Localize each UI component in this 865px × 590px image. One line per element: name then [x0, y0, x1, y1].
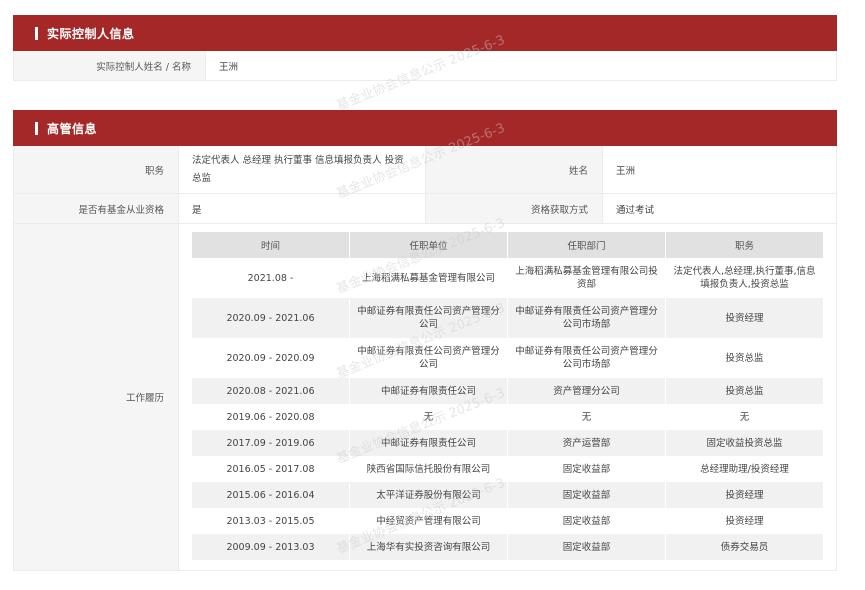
- cell-title: 总经理助理/投资经理: [665, 456, 824, 482]
- header-company: 任职单位: [349, 232, 508, 258]
- executive-section-header: 高管信息: [13, 110, 837, 146]
- cell-title: 无: [665, 404, 824, 430]
- cell-company: 无: [349, 404, 508, 430]
- table-row: 2021.08 - 上海稻满私募基金管理有限公司 上海稻满私募基金管理有限公司投…: [191, 258, 824, 298]
- header-time: 时间: [191, 232, 350, 258]
- cell-title: 投资经理: [665, 298, 824, 338]
- cell-time: 2017.09 - 2019.06: [191, 430, 350, 456]
- cell-company: 上海稻满私募基金管理有限公司: [349, 258, 508, 298]
- cell-title: 法定代表人,总经理,执行董事,信息填报负责人,投资总监: [665, 258, 824, 298]
- qualification-method-value: 通过考试: [616, 204, 655, 216]
- table-row: 2020.09 - 2020.09 中邮证券有限责任公司资产管理分公司 中邮证券…: [191, 338, 824, 378]
- cell-time: 2016.05 - 2017.08: [191, 456, 350, 482]
- cell-time: 2020.09 - 2021.06: [191, 298, 350, 338]
- cell-department: 资产管理分公司: [507, 378, 666, 404]
- table-row: 2020.09 - 2021.06 中邮证券有限责任公司资产管理分公司 中邮证券…: [191, 298, 824, 338]
- controller-section-title: 实际控制人信息: [47, 26, 135, 41]
- cell-time: 2021.08 -: [191, 258, 350, 298]
- cell-company: 上海华有实投资咨询有限公司: [349, 534, 508, 560]
- table-row: 2017.09 - 2019.06 中邮证券有限责任公司 资产运营部 固定收益投…: [191, 430, 824, 456]
- cell-department: 中邮证券有限责任公司资产管理分公司市场部: [507, 338, 666, 378]
- cell-company: 中邮证券有限责任公司资产管理分公司: [349, 338, 508, 378]
- cell-department: 固定收益部: [507, 482, 666, 508]
- executive-qualification-row: 是否有基金从业资格 是 资格获取方式 通过考试: [13, 194, 837, 224]
- cell-department: 固定收益部: [507, 456, 666, 482]
- fund-qualification-value: 是: [192, 204, 202, 216]
- qualification-method-label: 资格获取方式: [425, 194, 603, 223]
- cell-time: 2015.06 - 2016.04: [191, 482, 350, 508]
- table-row: 2019.06 - 2020.08 无 无 无: [191, 404, 824, 430]
- cell-title: 投资经理: [665, 482, 824, 508]
- page: 实际控制人信息 实际控制人姓名 / 名称 王洲 高管信息 职务 法定代表人 总经…: [0, 0, 865, 590]
- cell-department: 上海稻满私募基金管理有限公司投资部: [507, 258, 666, 298]
- table-row: 2009.09 - 2013.03 上海华有实投资咨询有限公司 固定收益部 债券…: [191, 534, 824, 560]
- cell-title: 投资总监: [665, 338, 824, 378]
- executive-name-label: 姓名: [425, 146, 603, 193]
- table-row: 2015.06 - 2016.04 太平洋证券股份有限公司 固定收益部 投资经理: [191, 482, 824, 508]
- cell-title: 固定收益投资总监: [665, 430, 824, 456]
- cell-time: 2013.03 - 2015.05: [191, 508, 350, 534]
- cell-company: 中经贸资产管理有限公司: [349, 508, 508, 534]
- cell-time: 2009.09 - 2013.03: [191, 534, 350, 560]
- controller-name-label: 实际控制人姓名 / 名称: [14, 51, 206, 80]
- header-accent-bar: [35, 26, 38, 40]
- work-history-table-wrap: 时间 任职单位 任职部门 职务 2021.08 - 上海稻满私募基金管理有限公司…: [191, 232, 824, 560]
- executive-section-title: 高管信息: [47, 121, 98, 136]
- executive-position-row: 职务 法定代表人 总经理 执行董事 信息填报负责人 投资总监 姓名 王洲: [13, 146, 837, 194]
- table-header-row: 时间 任职单位 任职部门 职务: [191, 232, 824, 258]
- cell-department: 固定收益部: [507, 534, 666, 560]
- cell-time: 2020.09 - 2020.09: [191, 338, 350, 378]
- cell-title: 债券交易员: [665, 534, 824, 560]
- table-row: 2020.08 - 2021.06 中邮证券有限责任公司 资产管理分公司 投资总…: [191, 378, 824, 404]
- cell-department: 资产运营部: [507, 430, 666, 456]
- table-row: 2016.05 - 2017.08 陕西省国际信托股份有限公司 固定收益部 总经…: [191, 456, 824, 482]
- cell-company: 陕西省国际信托股份有限公司: [349, 456, 508, 482]
- controller-name-value: 王洲: [219, 61, 239, 73]
- cell-title: 投资总监: [665, 378, 824, 404]
- position-label: 职务: [14, 146, 179, 193]
- cell-department: 固定收益部: [507, 508, 666, 534]
- work-history-label: 工作履历: [14, 224, 179, 570]
- cell-title: 投资经理: [665, 508, 824, 534]
- cell-company: 中邮证券有限责任公司资产管理分公司: [349, 298, 508, 338]
- cell-time: 2020.08 - 2021.06: [191, 378, 350, 404]
- cell-company: 太平洋证券股份有限公司: [349, 482, 508, 508]
- cell-department: 中邮证券有限责任公司资产管理分公司市场部: [507, 298, 666, 338]
- table-row: 2013.03 - 2015.05 中经贸资产管理有限公司 固定收益部 投资经理: [191, 508, 824, 534]
- fund-qualification-label: 是否有基金从业资格: [14, 194, 179, 223]
- header-title: 职务: [665, 232, 824, 258]
- executive-name-value: 王洲: [616, 165, 636, 177]
- header-department: 任职部门: [507, 232, 666, 258]
- position-value: 法定代表人 总经理 执行董事 信息填报负责人 投资总监: [192, 154, 404, 184]
- cell-company: 中邮证券有限责任公司: [349, 378, 508, 404]
- controller-section-header: 实际控制人信息: [13, 15, 837, 51]
- cell-company: 中邮证券有限责任公司: [349, 430, 508, 456]
- controller-name-row: 实际控制人姓名 / 名称 王洲: [13, 51, 837, 81]
- cell-time: 2019.06 - 2020.08: [191, 404, 350, 430]
- work-history-table: 时间 任职单位 任职部门 职务 2021.08 - 上海稻满私募基金管理有限公司…: [191, 232, 824, 560]
- cell-department: 无: [507, 404, 666, 430]
- header-accent-bar: [35, 121, 38, 135]
